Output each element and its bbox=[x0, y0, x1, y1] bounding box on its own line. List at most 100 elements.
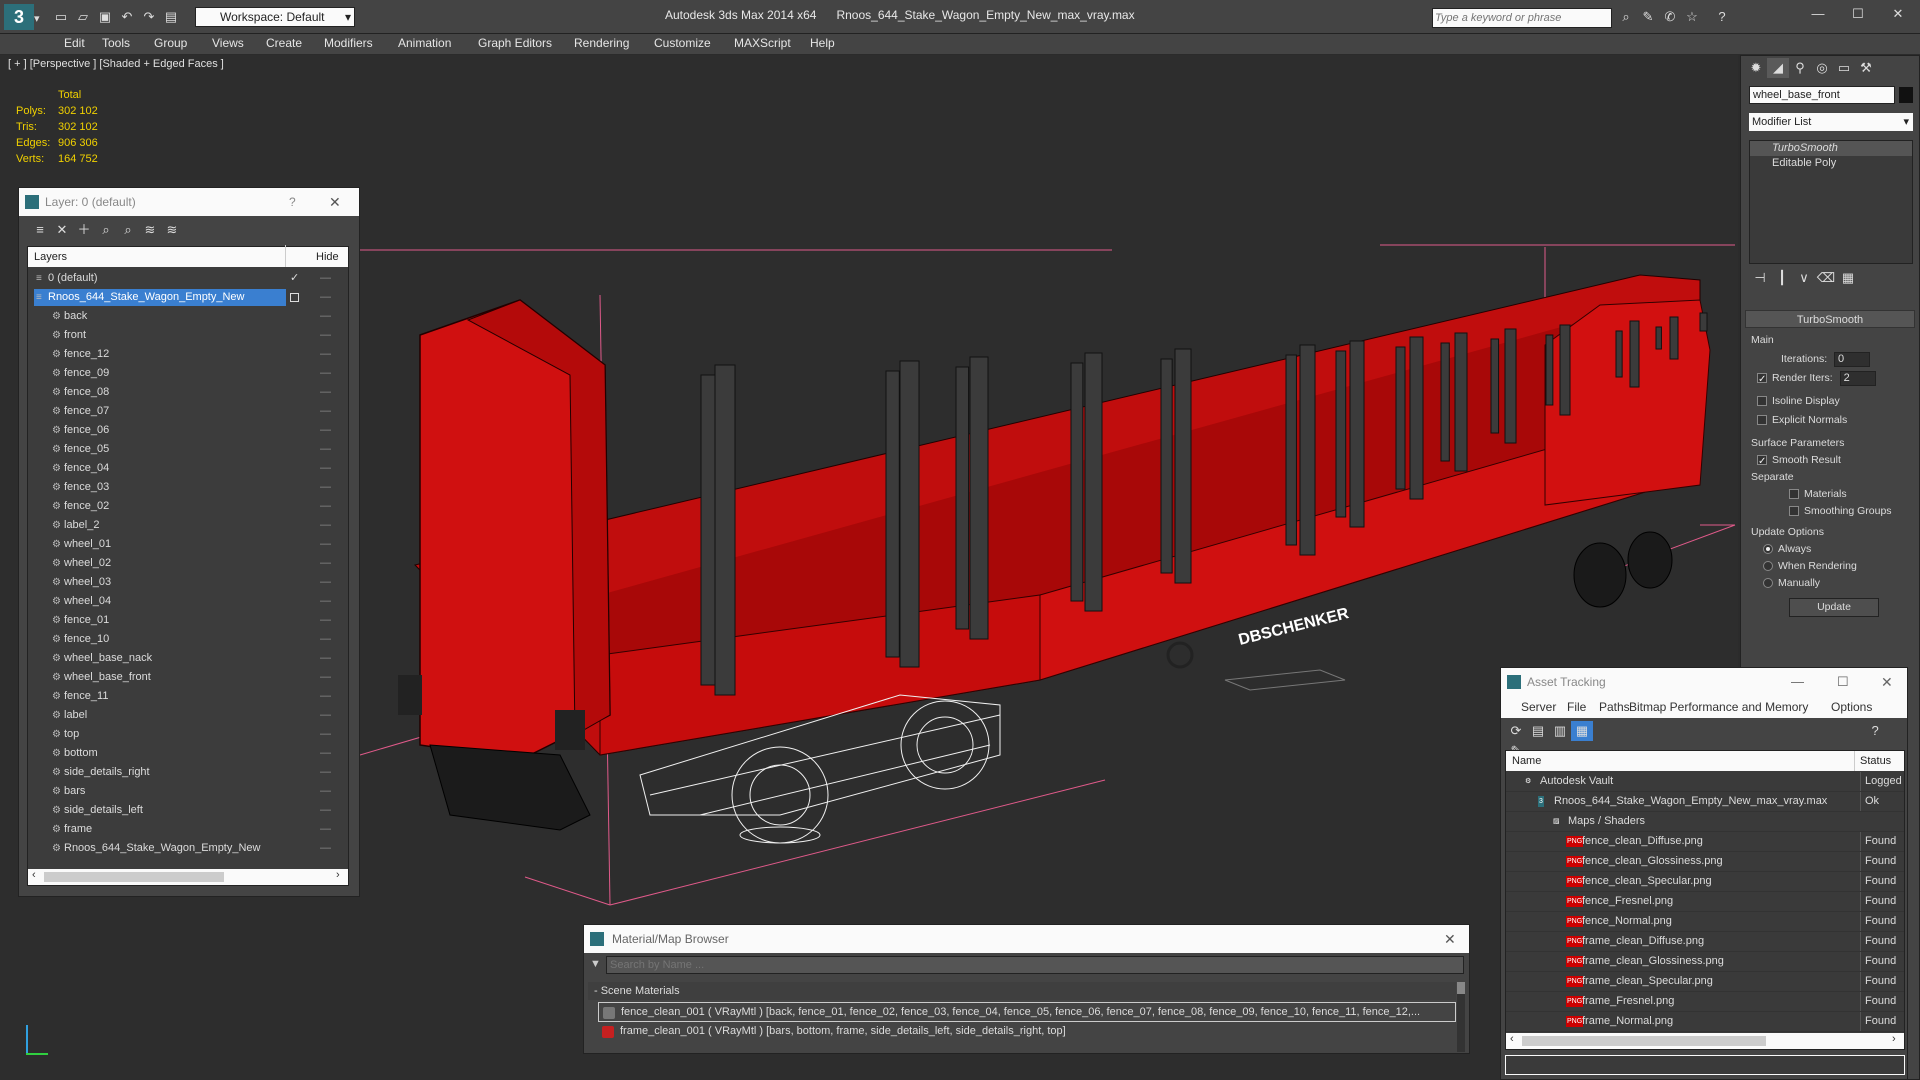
asset-menu-server[interactable]: Server bbox=[1521, 696, 1556, 718]
hide-toggle[interactable]: — bbox=[320, 763, 332, 782]
horizontal-scrollbar[interactable]: ‹ › bbox=[28, 869, 348, 885]
layers-column-header[interactable]: Layers bbox=[34, 247, 67, 267]
hierarchy-tab-icon[interactable]: ⚲ bbox=[1789, 58, 1811, 78]
subscription-icon[interactable]: ✎ bbox=[1637, 7, 1659, 27]
name-column-header[interactable]: Name bbox=[1512, 751, 1541, 771]
menu-animation[interactable]: Animation bbox=[398, 34, 451, 52]
render-iters-checkbox[interactable] bbox=[1757, 371, 1767, 388]
search-box[interactable] bbox=[1432, 8, 1612, 28]
asset-row[interactable]: PNG frame_clean_Glossiness.png Found bbox=[1506, 952, 1904, 972]
layer-row[interactable]: ⚙ label_2 — bbox=[28, 516, 348, 535]
layer-row[interactable]: ⚙ fence_02 — bbox=[28, 497, 348, 516]
object-name-field[interactable] bbox=[1749, 86, 1895, 104]
layer-row[interactable]: ≡ Rnoos_644_Stake_Wagon_Empty_New — bbox=[28, 288, 348, 307]
stack-item-turbosmooth[interactable]: TurboSmooth bbox=[1750, 141, 1912, 156]
hide-column-header[interactable]: Hide bbox=[316, 247, 339, 267]
new-layer-icon[interactable]: ≡ bbox=[29, 220, 51, 240]
render-iters-spinner[interactable] bbox=[1839, 370, 1876, 386]
layer-row[interactable]: ⚙ wheel_03 — bbox=[28, 573, 348, 592]
layer-row[interactable]: ⚙ fence_09 — bbox=[28, 364, 348, 383]
hide-toggle[interactable]: — bbox=[320, 402, 332, 421]
hide-toggle[interactable]: — bbox=[320, 383, 332, 402]
asset-row[interactable]: PNG fence_Fresnel.png Found bbox=[1506, 892, 1904, 912]
layer-window-titlebar[interactable]: Layer: 0 (default) ? ✕ bbox=[19, 188, 359, 216]
undo-icon[interactable]: ↶ bbox=[116, 7, 138, 27]
asset-row[interactable]: PNG frame_Fresnel.png Found bbox=[1506, 992, 1904, 1012]
utilities-tab-icon[interactable]: ⚒ bbox=[1855, 58, 1877, 78]
help-icon[interactable]: ? bbox=[1711, 7, 1733, 27]
menu-help[interactable]: Help bbox=[810, 34, 835, 52]
asset-row[interactable]: PNG frame_clean_Diffuse.png Found bbox=[1506, 932, 1904, 952]
redo-icon[interactable]: ↷ bbox=[138, 7, 160, 27]
layer-row[interactable]: ⚙ bottom — bbox=[28, 744, 348, 763]
minimize-icon[interactable]: — bbox=[1791, 668, 1804, 696]
open-file-icon[interactable]: ▱ bbox=[72, 7, 94, 27]
asset-menu-bitmap[interactable]: Bitmap Performance and Memory bbox=[1629, 696, 1808, 718]
layer-row[interactable]: ⚙ fence_05 — bbox=[28, 440, 348, 459]
asset-row[interactable]: ⚙ Autodesk Vault Logged C bbox=[1506, 772, 1904, 792]
menu-views[interactable]: Views bbox=[212, 34, 244, 52]
hide-toggle[interactable]: — bbox=[320, 459, 332, 478]
hide-toggle[interactable]: — bbox=[320, 687, 332, 706]
hide-toggle[interactable]: — bbox=[320, 364, 332, 383]
layer-row[interactable]: ⚙ wheel_02 — bbox=[28, 554, 348, 573]
motion-tab-icon[interactable]: ◎ bbox=[1811, 58, 1833, 78]
menu-group[interactable]: Group bbox=[154, 34, 187, 52]
close-icon[interactable]: ✕ bbox=[1878, 4, 1918, 24]
hide-toggle[interactable]: — bbox=[320, 554, 332, 573]
layer-row[interactable]: ⚙ fence_12 — bbox=[28, 345, 348, 364]
project-folder-icon[interactable]: ▤ bbox=[160, 7, 182, 27]
hide-toggle[interactable]: — bbox=[320, 516, 332, 535]
workspace-dropdown[interactable]: Workspace: Default ▾ bbox=[195, 7, 355, 27]
create-tab-icon[interactable]: ✹ bbox=[1745, 58, 1767, 78]
asset-tracking-titlebar[interactable]: Asset Tracking — ☐ ✕ bbox=[1501, 668, 1907, 696]
layer-row[interactable]: ⚙ side_details_left — bbox=[28, 801, 348, 820]
layer-row[interactable]: ⚙ frame — bbox=[28, 820, 348, 839]
hide-toggle[interactable]: — bbox=[320, 630, 332, 649]
hide-toggle[interactable]: — bbox=[320, 668, 332, 687]
scrollbar-thumb[interactable] bbox=[44, 872, 224, 882]
layer-row[interactable]: ⚙ fence_03 — bbox=[28, 478, 348, 497]
layer-row[interactable]: ⚙ fence_01 — bbox=[28, 611, 348, 630]
iterations-spinner[interactable] bbox=[1834, 351, 1871, 367]
layer-row[interactable]: ⚙ bars — bbox=[28, 782, 348, 801]
maximize-icon[interactable]: ☐ bbox=[1838, 4, 1878, 24]
status-column-header[interactable]: Status bbox=[1860, 751, 1891, 771]
asset-row[interactable]: 3 Rnoos_644_Stake_Wagon_Empty_New_max_vra… bbox=[1506, 792, 1904, 812]
menu-rendering[interactable]: Rendering bbox=[574, 34, 629, 52]
menu-maxscript[interactable]: MAXScript bbox=[734, 34, 791, 52]
delete-layer-icon[interactable]: ✕ bbox=[51, 220, 73, 240]
hide-toggle[interactable]: — bbox=[320, 421, 332, 440]
asset-menu-file[interactable]: File bbox=[1567, 696, 1586, 718]
isoline-checkbox[interactable] bbox=[1757, 396, 1767, 407]
add-to-layer-icon[interactable]: ＋ bbox=[73, 220, 95, 240]
materials-checkbox[interactable] bbox=[1789, 489, 1799, 500]
smooth-result-checkbox[interactable] bbox=[1757, 453, 1767, 470]
close-icon[interactable]: ✕ bbox=[1881, 668, 1893, 696]
hide-toggle[interactable]: — bbox=[320, 497, 332, 516]
when-rendering-radio[interactable] bbox=[1763, 561, 1773, 572]
layer-row[interactable]: ⚙ fence_06 — bbox=[28, 421, 348, 440]
layer-row[interactable]: ⚙ Rnoos_644_Stake_Wagon_Empty_New — bbox=[28, 839, 348, 858]
scene-materials-section[interactable]: - Scene Materials bbox=[588, 982, 1456, 1000]
stack-item-editable-poly[interactable]: Editable Poly bbox=[1750, 156, 1912, 171]
modify-tab-icon[interactable]: ◢ bbox=[1767, 58, 1789, 78]
hide-toggle[interactable]: — bbox=[320, 839, 332, 858]
binoculars-icon[interactable]: ⌕ bbox=[1615, 7, 1637, 27]
hide-toggle[interactable]: — bbox=[320, 782, 332, 801]
smoothing-groups-checkbox[interactable] bbox=[1789, 506, 1799, 517]
scroll-left-icon[interactable]: ‹ bbox=[32, 869, 36, 881]
vertical-scrollbar[interactable] bbox=[1457, 982, 1465, 1052]
hide-toggle[interactable]: — bbox=[320, 535, 332, 554]
vault-help-icon[interactable]: ? bbox=[1864, 721, 1886, 741]
asset-row[interactable]: PNG fence_clean_Specular.png Found bbox=[1506, 872, 1904, 892]
asset-horizontal-scrollbar[interactable]: ‹ › bbox=[1506, 1033, 1904, 1049]
browser-options-icon[interactable]: ▼ bbox=[590, 958, 601, 970]
hide-toggle[interactable]: — bbox=[320, 326, 332, 345]
app-menu-chevron-icon[interactable]: ▾ bbox=[34, 12, 40, 25]
asset-row[interactable]: PNG fence_clean_Diffuse.png Found bbox=[1506, 832, 1904, 852]
menu-edit[interactable]: Edit bbox=[64, 34, 85, 52]
show-end-result-icon[interactable]: ┃ bbox=[1771, 268, 1793, 288]
display-tab-icon[interactable]: ▭ bbox=[1833, 58, 1855, 78]
layer-row[interactable]: ⚙ side_details_right — bbox=[28, 763, 348, 782]
